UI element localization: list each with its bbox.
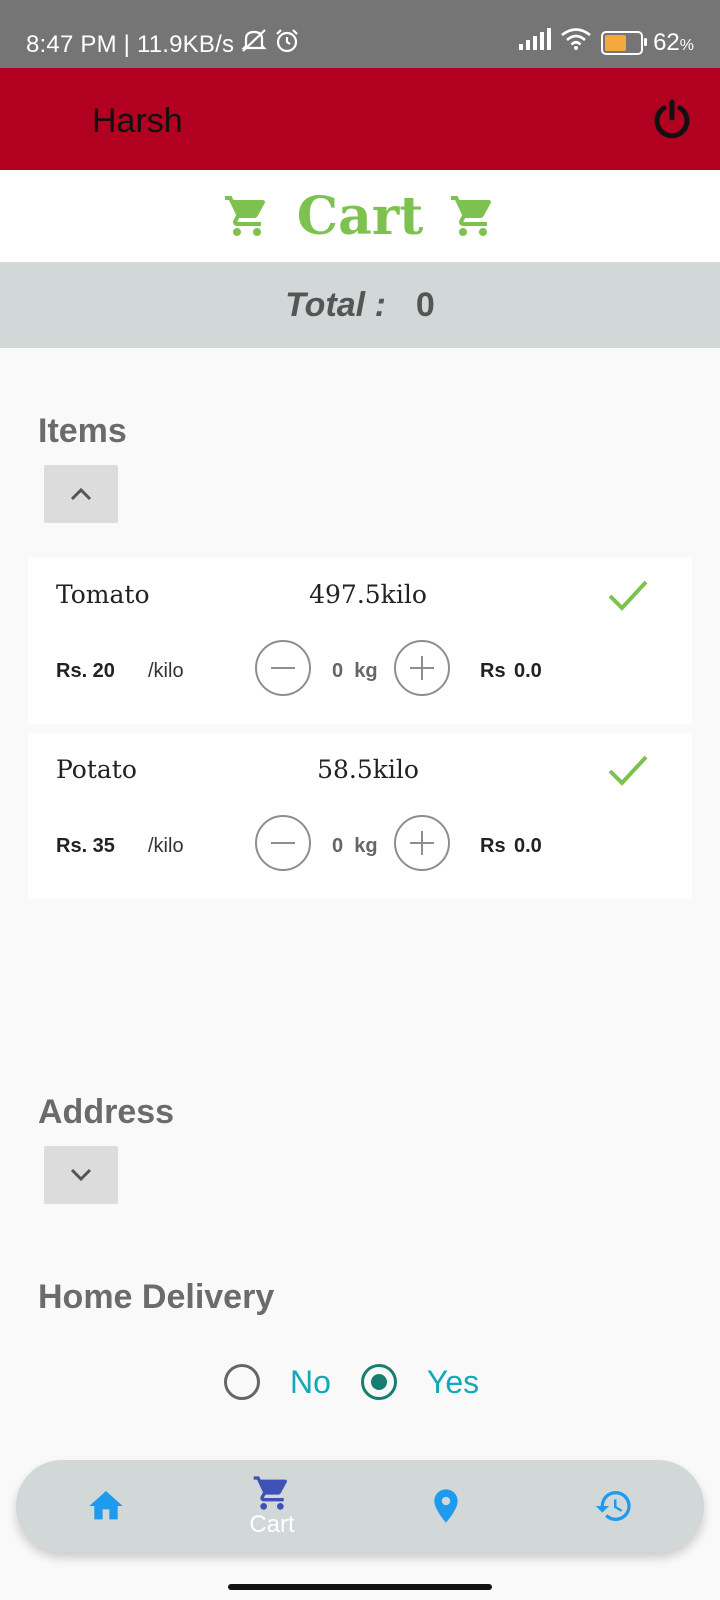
item-total-value: 0.0 (514, 835, 542, 857)
alarm-icon (274, 28, 300, 61)
item-total-label: Rs (480, 835, 506, 857)
item-price: Rs. 20 (56, 660, 115, 682)
increase-quantity-button[interactable] (394, 640, 450, 696)
mute-icon (240, 28, 268, 61)
nav-home[interactable] (66, 1460, 146, 1552)
item-total-label: Rs (480, 660, 506, 682)
item-unit: /kilo (148, 835, 184, 857)
item-stock: 58.5kilo (317, 755, 419, 784)
item-price: Rs. 35 (56, 835, 115, 857)
chevron-up-icon (70, 487, 92, 501)
item-name: Potato (56, 755, 137, 784)
item-name: Tomato (56, 580, 150, 609)
total-value: 0 (415, 285, 435, 324)
delivery-section-title: Home Delivery (38, 1278, 275, 1316)
battery-percent: 62% (653, 28, 694, 56)
home-indicator[interactable] (228, 1584, 492, 1590)
address-expand-button[interactable] (44, 1146, 118, 1204)
item-stock: 497.5kilo (309, 580, 427, 609)
minus-icon (271, 842, 295, 844)
radio-yes-label[interactable]: Yes (427, 1364, 479, 1401)
item-total-value: 0.0 (514, 660, 542, 682)
cart-item-potato: Potato 58.5kilo Rs. 35 /kilo 0 kg Rs 0.0 (28, 733, 692, 899)
radio-no[interactable] (224, 1364, 260, 1400)
nav-history[interactable] (574, 1460, 654, 1552)
user-name: Harsh (92, 102, 183, 140)
plus-icon (410, 831, 434, 855)
radio-no-label[interactable]: No (290, 1364, 331, 1401)
home-icon (89, 1491, 123, 1520)
signal-icon (519, 28, 552, 57)
decrease-quantity-button[interactable] (255, 640, 311, 696)
check-icon (608, 580, 648, 611)
history-icon (595, 1491, 631, 1521)
wifi-icon (561, 28, 591, 57)
power-icon (654, 99, 690, 139)
cart-item-tomato: Tomato 497.5kilo Rs. 20 /kilo 0 kg Rs 0.… (28, 558, 692, 724)
items-section-title: Items (38, 412, 127, 450)
decrease-quantity-button[interactable] (255, 815, 311, 871)
cart-icon (224, 196, 265, 236)
delivery-radio-group: No Yes (224, 1362, 479, 1402)
cart-icon (451, 196, 492, 236)
app-bar: Harsh (0, 68, 720, 170)
status-left: 8:47 PM | 11.9KB/s (26, 28, 300, 61)
power-button[interactable] (650, 98, 694, 142)
nav-cart[interactable]: Cart (224, 1460, 320, 1552)
item-unit: /kilo (148, 660, 184, 682)
chevron-down-icon (70, 1168, 92, 1182)
location-icon (434, 1489, 458, 1523)
status-bar: 8:47 PM | 11.9KB/s 62% (0, 0, 720, 68)
plus-icon (410, 656, 434, 680)
check-icon (608, 755, 648, 786)
battery-fill (605, 34, 627, 51)
bottom-nav: Cart (16, 1460, 704, 1552)
radio-yes[interactable] (360, 1364, 397, 1400)
increase-quantity-button[interactable] (394, 815, 450, 871)
nav-location[interactable] (406, 1460, 486, 1552)
minus-icon (271, 667, 295, 669)
total-bar: Total : 0 (0, 262, 720, 348)
cart-icon (253, 1476, 288, 1510)
battery-icon (601, 30, 648, 55)
total-label: Total : (285, 285, 386, 324)
status-right: 62% (519, 28, 694, 57)
cart-header: Cart (0, 170, 720, 262)
address-section-title: Address (38, 1093, 175, 1131)
nav-cart-label: Cart (249, 1511, 295, 1538)
quantity-value: 0 kg (332, 660, 378, 682)
items-collapse-button[interactable] (44, 465, 118, 523)
quantity-value: 0 kg (332, 835, 378, 857)
status-time: 8:47 PM | 11.9KB/s (26, 30, 235, 58)
page-title: Cart (296, 185, 424, 247)
